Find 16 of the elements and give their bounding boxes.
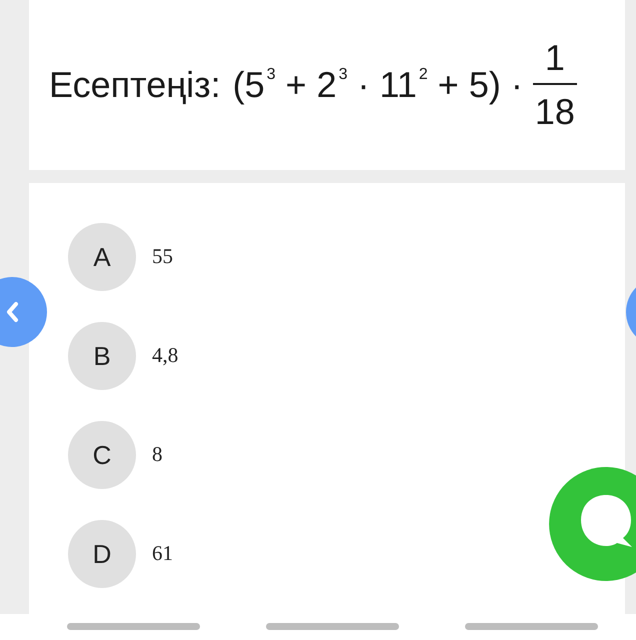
option-value: 4,8 <box>152 342 178 370</box>
option-letter-button[interactable]: C <box>68 421 136 489</box>
fraction-numerator: 1 <box>544 39 566 77</box>
option-letter-button[interactable]: A <box>68 223 136 291</box>
option-value: 61 <box>152 540 173 568</box>
chevron-left-icon <box>7 302 18 322</box>
option-letter-button[interactable]: D <box>68 520 136 588</box>
chat-button[interactable] <box>549 467 636 581</box>
speech-bubble-icon <box>581 495 632 547</box>
question-prompt: Есептеңіз: <box>49 67 221 103</box>
previous-button[interactable] <box>0 277 47 347</box>
option-value: 55 <box>152 243 173 270</box>
option-letter-button[interactable]: B <box>68 322 136 390</box>
fraction-denominator: 18 <box>534 93 576 131</box>
math-expression: (5$^{3}$ + 2$^{3}$ · 11$^{2}$ + 5) · <box>232 67 523 103</box>
option-value: 8 <box>152 441 162 468</box>
